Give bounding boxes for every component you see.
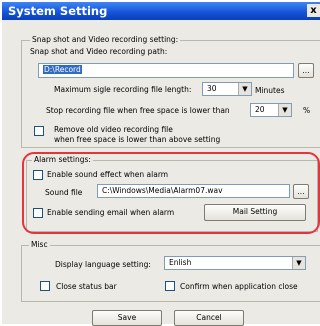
- confirm-close-label: Confirm when application close: [180, 282, 298, 291]
- max-length-value: 30: [207, 84, 217, 93]
- recording-path-input[interactable]: D:\Record: [38, 63, 294, 78]
- recording-group-label: Snap shot and Video recording setting:: [30, 35, 181, 44]
- chevron-down-icon[interactable]: ▼: [238, 83, 251, 95]
- chevron-down-icon[interactable]: ▼: [292, 257, 305, 269]
- recording-path-value: D:\Record: [43, 65, 82, 74]
- misc-group-label: Misc: [29, 240, 50, 249]
- recording-path-browse-button[interactable]: ...: [298, 63, 314, 78]
- language-value: Enlish: [169, 258, 192, 267]
- stop-recording-label: Stop recording file when free space is l…: [46, 106, 230, 115]
- language-select[interactable]: Enlish ▼: [164, 256, 306, 270]
- remove-old-label-line2: when free space is lower than above sett…: [54, 135, 221, 144]
- minutes-unit-label: Minutes: [255, 86, 285, 95]
- save-button[interactable]: Save: [92, 310, 162, 326]
- remove-old-label-line1: Remove old video recording file: [54, 125, 173, 134]
- confirm-close-checkbox[interactable]: [165, 281, 175, 291]
- stop-threshold-value: 20: [255, 105, 265, 114]
- language-label: Display language setting:: [55, 260, 151, 269]
- max-length-select[interactable]: 30 ▼: [202, 82, 252, 96]
- max-length-label: Maximum sigle recording file length:: [54, 85, 192, 94]
- chevron-down-icon[interactable]: ▼: [278, 104, 291, 116]
- window-title: System Setting: [8, 4, 108, 18]
- system-setting-window: System Setting x Snap shot and Video rec…: [2, 2, 320, 326]
- highlight-ring: [22, 152, 320, 234]
- close-status-bar-label: Close status bar: [56, 282, 117, 291]
- close-status-bar-checkbox[interactable]: [40, 281, 50, 291]
- percent-unit-label: %: [303, 106, 311, 115]
- close-button[interactable]: x: [307, 4, 320, 17]
- recording-path-label: Snap shot and Video recording path:: [30, 47, 168, 56]
- title-bar[interactable]: System Setting x: [2, 2, 320, 20]
- stop-threshold-select[interactable]: 20 ▼: [250, 103, 292, 117]
- remove-old-checkbox[interactable]: [34, 126, 44, 136]
- cancel-button[interactable]: Cancel: [174, 310, 244, 326]
- misc-group: [21, 245, 320, 302]
